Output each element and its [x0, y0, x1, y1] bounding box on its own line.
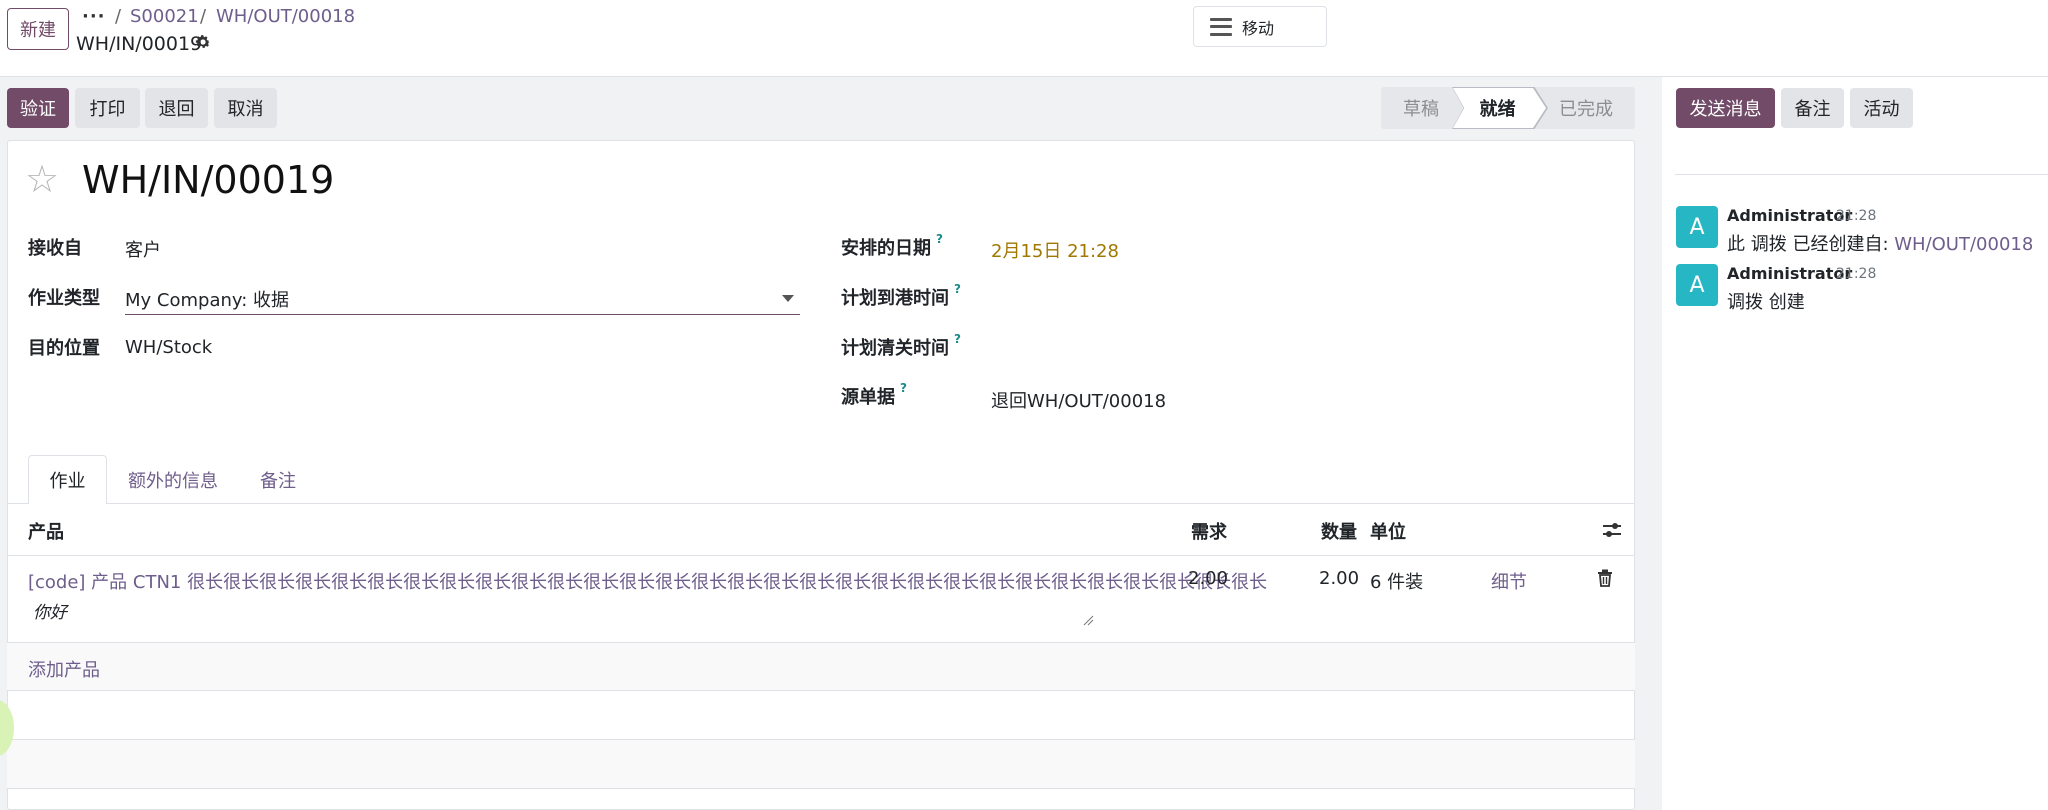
product-link[interactable]: [code] 产品 CTN1 很长很长很长很长很长很长很长很长很长很长很长很长很… — [28, 568, 1267, 594]
breadcrumb-separator: / — [115, 6, 122, 27]
product-description[interactable]: 你好 — [33, 598, 67, 623]
message-time: 21:28 — [1836, 208, 1877, 224]
move-label: 移动 — [1242, 18, 1275, 38]
source-doc-field[interactable]: 退回WH/OUT/00018 — [991, 387, 1166, 413]
tabs-divider — [7, 503, 1635, 504]
receive-from-field[interactable]: 客户 — [125, 236, 161, 262]
receive-from-label: 接收自 — [28, 238, 82, 259]
trash-icon[interactable] — [1597, 569, 1613, 592]
message-time: 21:28 — [1836, 266, 1877, 282]
breadcrumb-link-sale-order[interactable]: S00021 — [130, 6, 199, 27]
help-icon[interactable]: ? — [936, 232, 943, 246]
status-draft[interactable]: 草稿 — [1403, 87, 1439, 129]
form-sheet — [7, 140, 1635, 810]
star-icon[interactable]: ☆ — [25, 160, 59, 198]
add-line-row — [7, 643, 1635, 690]
breadcrumb-link-delivery[interactable]: WH/OUT/00018 — [216, 6, 355, 27]
avatar[interactable]: A — [1676, 264, 1718, 306]
avatar[interactable]: A — [1676, 206, 1718, 248]
return-button[interactable]: 退回 — [145, 88, 208, 128]
empty-row — [7, 740, 1635, 788]
activity-button[interactable]: 活动 — [1850, 88, 1913, 128]
status-done[interactable]: 已完成 — [1559, 87, 1613, 129]
tab-extra-info[interactable]: 额外的信息 — [128, 455, 218, 504]
uom-cell[interactable]: 6 件装 — [1370, 568, 1423, 594]
column-header-product[interactable]: 产品 — [28, 518, 64, 544]
optional-columns-icon[interactable] — [1602, 520, 1622, 545]
details-link[interactable]: 细节 — [1491, 568, 1527, 594]
chatter-divider — [1675, 174, 2048, 175]
menu-icon — [1210, 17, 1232, 36]
tab-notes[interactable]: 备注 — [260, 455, 296, 504]
new-button[interactable]: 新建 — [7, 8, 69, 50]
clearance-label: 计划清关时间 — [841, 338, 949, 359]
column-header-quantity[interactable]: 数量 — [1321, 518, 1357, 544]
message-author[interactable]: Administrator — [1727, 264, 1852, 283]
print-button[interactable]: 打印 — [75, 88, 140, 128]
cancel-button[interactable]: 取消 — [214, 88, 277, 128]
row-divider — [7, 788, 1635, 789]
breadcrumb-more-button[interactable]: ··· — [82, 6, 106, 27]
record-title: WH/IN/00019 — [82, 158, 335, 202]
column-header-demand[interactable]: 需求 — [1191, 518, 1227, 544]
gear-icon[interactable] — [194, 33, 212, 56]
statusbar: 草稿 就绪 已完成 — [1381, 87, 1635, 129]
add-product-link[interactable]: 添加产品 — [28, 656, 100, 682]
help-icon[interactable]: ? — [954, 332, 961, 346]
breadcrumb-current-record: WH/IN/00019 — [76, 33, 203, 55]
chatter-area — [1662, 77, 2048, 810]
eta-label: 计划到港时间 — [841, 288, 949, 309]
breadcrumb-separator: / — [200, 6, 207, 27]
row-divider — [7, 690, 1635, 691]
tab-operations[interactable]: 作业 — [28, 455, 107, 504]
message-author[interactable]: Administrator — [1727, 206, 1852, 225]
status-ready[interactable]: 就绪 — [1453, 88, 1546, 128]
column-header-uom[interactable]: 单位 — [1370, 518, 1406, 544]
destination-field[interactable]: WH/Stock — [125, 337, 212, 358]
source-doc-label: 源单据 — [841, 387, 895, 408]
validate-button[interactable]: 验证 — [7, 88, 69, 128]
resize-handle-icon[interactable] — [1082, 610, 1094, 626]
quantity-cell[interactable]: 2.00 — [1319, 568, 1359, 589]
operation-type-value: My Company: 收据 — [125, 290, 290, 311]
message-link[interactable]: WH/OUT/00018 — [1894, 234, 2033, 255]
operation-type-label: 作业类型 — [28, 288, 100, 309]
destination-label: 目的位置 — [28, 338, 100, 359]
log-note-button[interactable]: 备注 — [1781, 88, 1844, 128]
message-text: 此 调拨 已经创建自: — [1727, 234, 1895, 255]
help-icon[interactable]: ? — [900, 381, 907, 395]
message-text: 调拨 创建 — [1727, 292, 1805, 313]
scheduled-date-field[interactable]: 2月15日 21:28 — [991, 237, 1119, 263]
demand-cell[interactable]: 2.00 — [1188, 568, 1228, 589]
scheduled-date-label: 安排的日期 — [841, 238, 931, 259]
help-icon[interactable]: ? — [954, 282, 961, 296]
message-body: 此 调拨 已经创建自: WH/OUT/00018 — [1727, 230, 2033, 256]
send-message-button[interactable]: 发送消息 — [1676, 88, 1775, 128]
move-button[interactable]: 移动 — [1193, 6, 1327, 47]
chevron-down-icon[interactable] — [782, 295, 794, 302]
table-header-divider — [7, 555, 1635, 556]
